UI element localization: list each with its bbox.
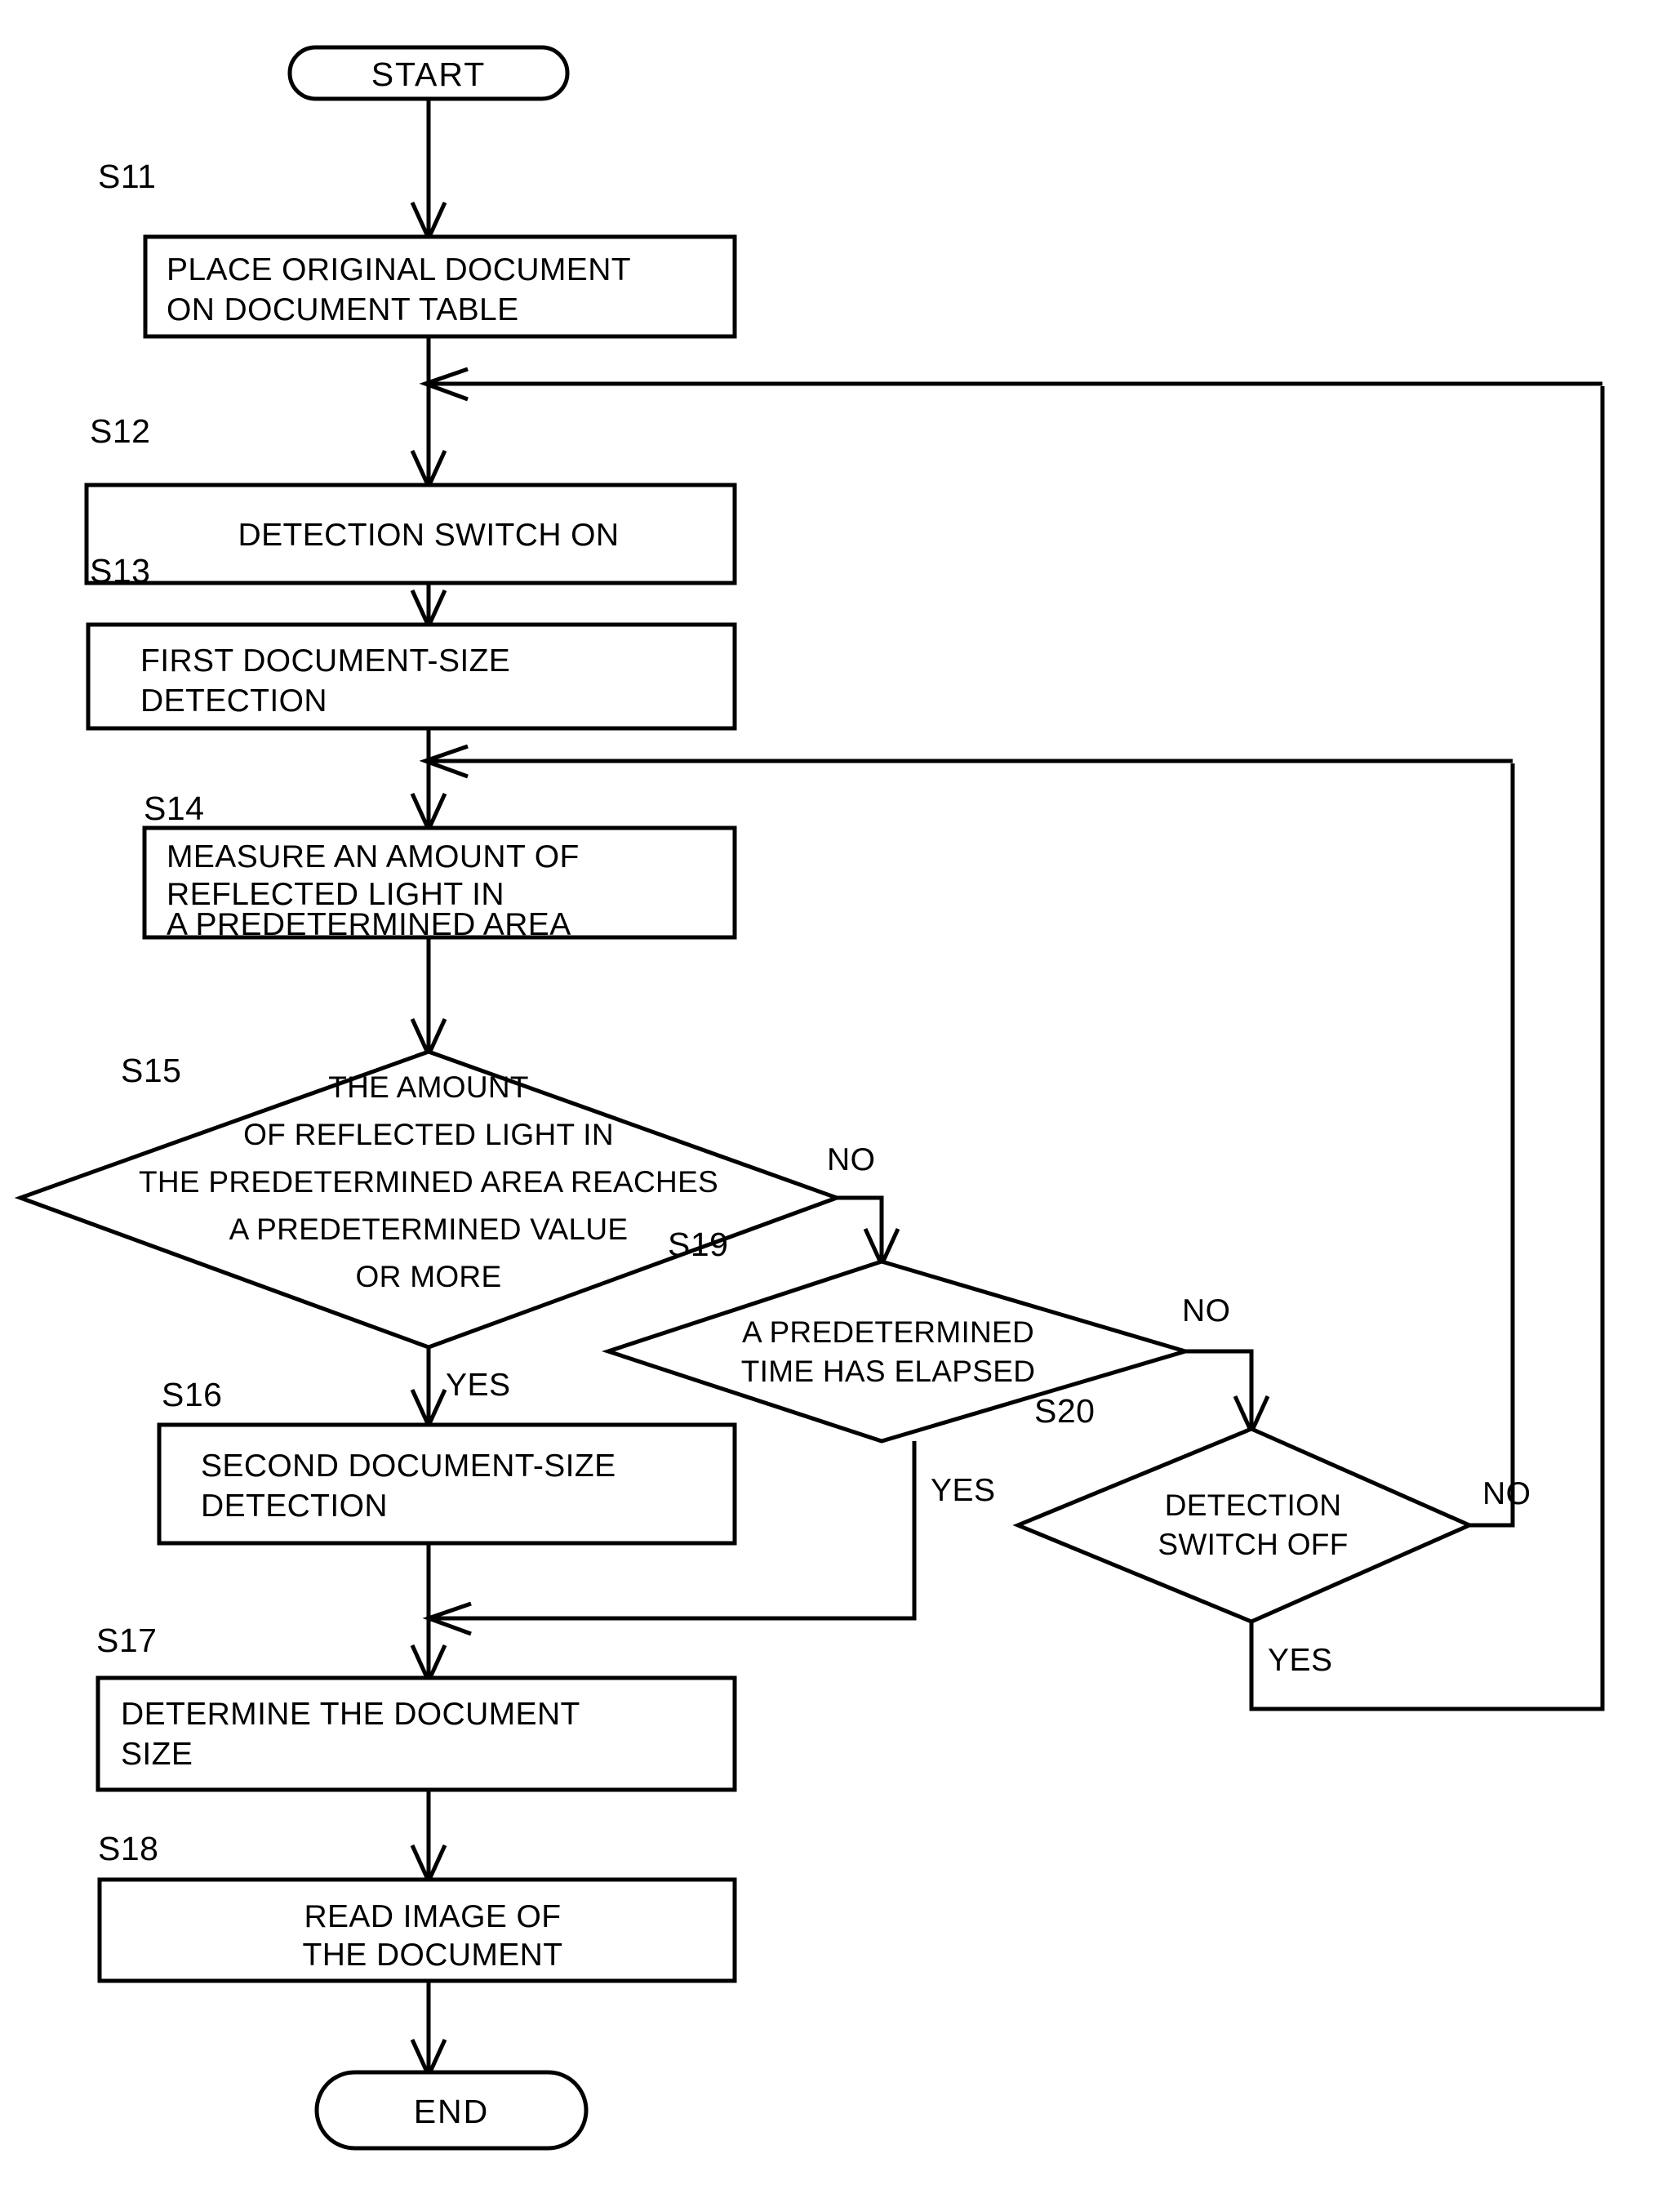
s15-text-line-1: THE AMOUNT	[328, 1070, 529, 1104]
step-label-s15: S15	[121, 1052, 181, 1089]
s16-box-shape	[157, 1422, 737, 1546]
branch-label-s20-no: NO	[1482, 1476, 1531, 1511]
step-label-s12: S12	[90, 412, 150, 450]
s11-text-line-2: ON DOCUMENT TABLE	[167, 292, 519, 327]
node-end: END	[314, 2070, 589, 2151]
step-label-s17: S17	[96, 1622, 157, 1659]
step-label-s13: S13	[90, 552, 150, 590]
s18-text-line-1: READ IMAGE OF	[304, 1899, 561, 1934]
s13-text-line-1: FIRST DOCUMENT-SIZE	[140, 643, 510, 679]
s17-text-line-2: SIZE	[121, 1737, 193, 1772]
s20-text-line-2: SWITCH OFF	[1158, 1528, 1348, 1561]
start-label: START	[371, 56, 487, 93]
s18-text-line-2: THE DOCUMENT	[303, 1938, 563, 1973]
s20-diamond-shape	[1012, 1426, 1475, 1624]
end-label: END	[414, 2093, 490, 2130]
step-label-s20: S20	[1034, 1392, 1095, 1430]
s11-text-line-1: PLACE ORIGINAL DOCUMENT	[167, 252, 631, 287]
branch-label-s15-yes: YES	[446, 1368, 511, 1403]
branch-label-s19-no: NO	[1182, 1293, 1231, 1328]
s15-text-line-5: OR MORE	[356, 1260, 502, 1293]
s12-text-line-1: DETECTION SWITCH ON	[238, 518, 620, 553]
node-s14: S14 MEASURE AN AMOUNT OF REFLECTED LIGHT…	[142, 790, 737, 942]
s19-diamond-shape	[601, 1259, 1193, 1444]
s20-text-line-1: DETECTION	[1165, 1488, 1341, 1522]
step-label-s18: S18	[98, 1830, 158, 1867]
s17-box-shape	[96, 1675, 737, 1792]
s16-text-line-2: DETECTION	[201, 1488, 388, 1524]
flowchart-svg: START S11 PLACE ORIGINAL DOCUMENT ON DOC…	[14, 45, 1605, 2151]
flowchart-canvas: START S11 PLACE ORIGINAL DOCUMENT ON DOC…	[0, 0, 1680, 2207]
step-label-s11: S11	[98, 158, 156, 195]
step-label-s16: S16	[162, 1376, 222, 1413]
s19-text-line-2: TIME HAS ELAPSED	[741, 1355, 1036, 1388]
node-s11: S11 PLACE ORIGINAL DOCUMENT ON DOCUMENT …	[98, 158, 737, 339]
s14-text-line-3: A PREDETERMINED AREA	[167, 907, 571, 942]
step-label-s19: S19	[668, 1226, 728, 1263]
s15-text-line-4: A PREDETERMINED VALUE	[229, 1213, 629, 1246]
s16-text-line-1: SECOND DOCUMENT-SIZE	[201, 1448, 616, 1484]
s17-text-line-1: DETERMINE THE DOCUMENT	[121, 1697, 580, 1732]
node-s17: S17 DETERMINE THE DOCUMENT SIZE	[96, 1622, 737, 1792]
branch-label-s19-yes: YES	[931, 1473, 996, 1508]
branch-label-s20-yes: YES	[1268, 1643, 1333, 1678]
connector-s19-no-to-s20	[1185, 1349, 1254, 1429]
s14-text-line-1: MEASURE AN AMOUNT OF	[167, 839, 580, 874]
s15-text-line-2: OF REFLECTED LIGHT IN	[243, 1118, 614, 1151]
s13-text-line-2: DETECTION	[140, 683, 327, 719]
node-s20: S20 DETECTION SWITCH OFF NO YES	[1012, 1392, 1531, 1678]
step-label-s14: S14	[144, 790, 204, 827]
connector-s20-no-to-s14	[1469, 763, 1515, 1528]
s19-text-line-1: A PREDETERMINED	[742, 1315, 1034, 1349]
branch-label-s15-no: NO	[827, 1142, 876, 1177]
node-s12: S12 DETECTION SWITCH ON	[84, 412, 737, 585]
node-start: START	[287, 45, 570, 101]
s15-text-line-3: THE PREDETERMINED AREA REACHES	[139, 1165, 718, 1199]
